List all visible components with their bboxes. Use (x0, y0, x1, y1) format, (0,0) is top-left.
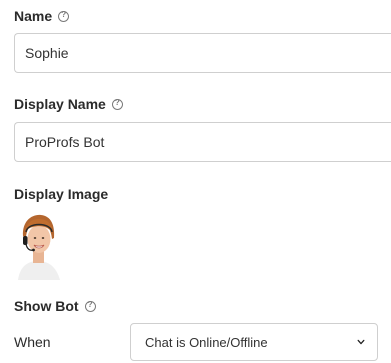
help-icon[interactable] (58, 10, 70, 22)
display-name-input[interactable] (14, 122, 391, 162)
avatar-icon (18, 214, 60, 280)
select-value: Chat is Online/Offline (145, 334, 268, 350)
help-icon[interactable] (84, 300, 96, 312)
show-bot-label-row: Show Bot (14, 298, 96, 314)
display-name-label-row: Display Name (14, 96, 123, 112)
chevron-down-icon (357, 339, 365, 345)
show-bot-label: Show Bot (14, 298, 79, 314)
name-input[interactable] (14, 33, 391, 73)
bot-avatar-image[interactable] (14, 210, 62, 280)
name-label: Name (14, 8, 53, 24)
help-icon[interactable] (111, 98, 123, 110)
display-name-label: Display Name (14, 96, 106, 112)
when-label: When (14, 334, 51, 350)
show-bot-when-select[interactable]: Chat is Online/Offline (130, 323, 378, 361)
name-label-row: Name (14, 8, 70, 24)
bot-settings-form: Name Display Name Display Image (0, 0, 391, 363)
display-image-label: Display Image (14, 186, 109, 202)
display-image-label-row: Display Image (14, 186, 108, 202)
